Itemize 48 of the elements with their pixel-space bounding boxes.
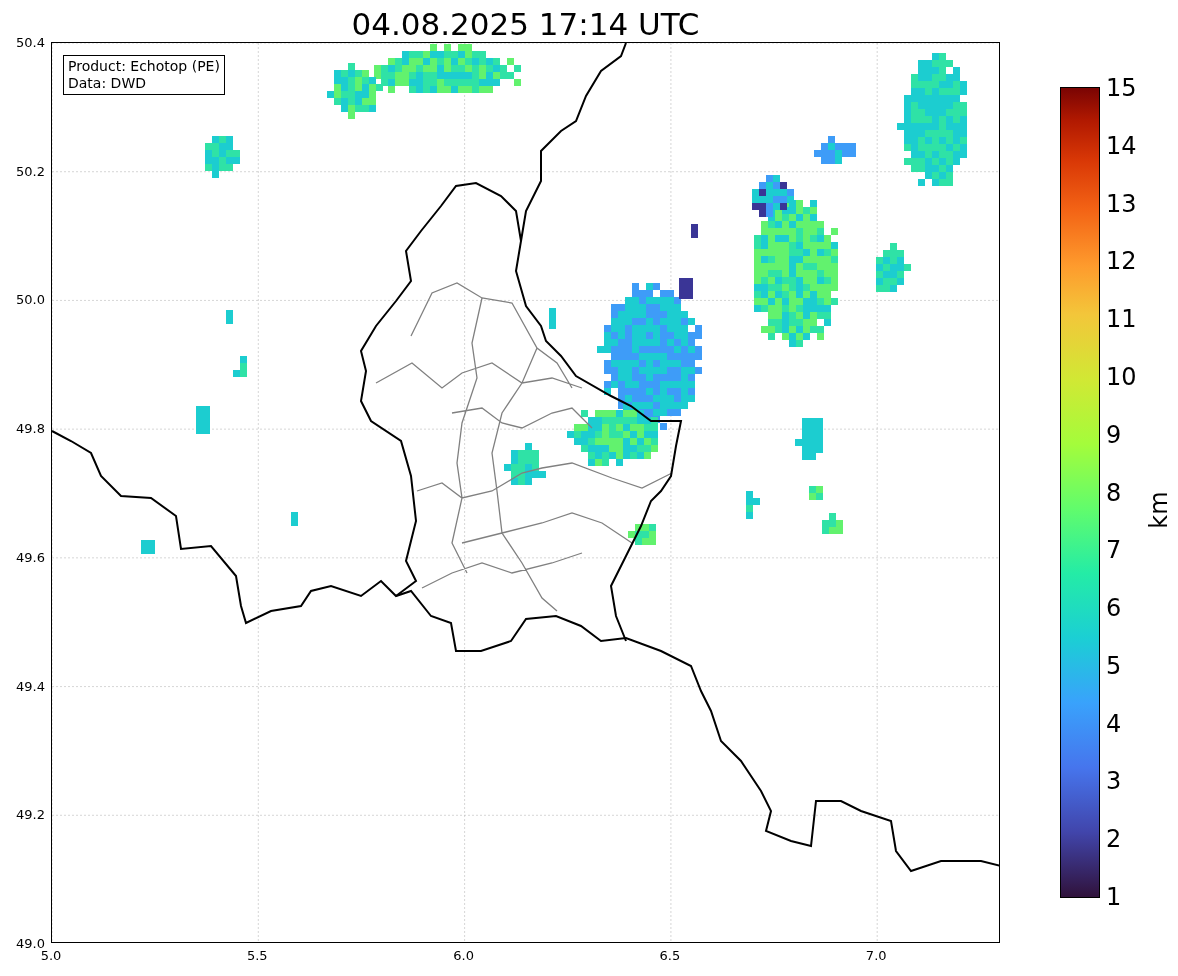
radar-echo [746, 491, 760, 519]
colorbar-tick-label: 14 [1106, 131, 1137, 160]
radar-echo [291, 512, 298, 526]
colorbar-tick-label: 5 [1106, 651, 1122, 680]
radar-echo [628, 524, 656, 545]
colorbar-tick-label: 12 [1106, 247, 1137, 276]
radar-echo [205, 136, 240, 178]
colorbar-tick-label: 6 [1106, 594, 1122, 623]
colorbar-tick-label: 4 [1106, 709, 1122, 738]
colorbar-tick-label: 7 [1106, 536, 1122, 565]
x-tick-label: 6.5 [659, 948, 681, 963]
y-tick-label: 49.4 [16, 678, 45, 694]
y-tick-label: 50.4 [16, 34, 45, 50]
x-tick-label: 6.0 [453, 948, 474, 963]
x-tick-label: 5.0 [40, 948, 62, 963]
colorbar-tick-label: 1 [1106, 883, 1122, 911]
colorbar-tick-label: 11 [1106, 305, 1137, 334]
radar-echo [795, 418, 823, 460]
colorbar-label: km [1144, 491, 1173, 529]
y-tick-label: 50.0 [16, 291, 45, 307]
y-tick-label: 50.2 [16, 163, 45, 179]
y-tick-label: 49.0 [16, 935, 45, 951]
radar-echo [549, 308, 556, 329]
radar-echo [141, 540, 155, 554]
chart-title: 04.08.2025 17:14 UTC [351, 6, 700, 42]
info-text: Product: Echotop (PE) [68, 58, 220, 75]
radar-echo [876, 243, 911, 292]
radar-echo [504, 443, 546, 485]
radar-echo [226, 310, 233, 324]
radar-echo [822, 513, 843, 534]
radar-echo [809, 486, 823, 500]
y-tick-label: 49.6 [16, 549, 45, 565]
colorbar-tick-label: 8 [1106, 478, 1122, 507]
y-tick-label: 49.8 [16, 420, 45, 436]
radar-echo [691, 224, 698, 238]
radar-echo [233, 356, 247, 377]
colorbar-tick-label: 9 [1106, 420, 1122, 449]
radar-echo [814, 136, 856, 164]
colorbar-tick-label: 13 [1106, 189, 1137, 218]
colorbar-tick-label: 2 [1106, 825, 1122, 854]
x-tick-label: 5.5 [246, 948, 268, 963]
colorbar-tick-label: 15 [1106, 74, 1137, 102]
radar-echo [196, 406, 210, 434]
colorbar-tick-label: 3 [1106, 767, 1122, 796]
info-text: Data: DWD [68, 75, 147, 92]
y-tick-label: 49.2 [16, 806, 45, 822]
colorbar-tick-label: 10 [1106, 362, 1137, 391]
x-tick-label: 7.0 [865, 948, 887, 963]
